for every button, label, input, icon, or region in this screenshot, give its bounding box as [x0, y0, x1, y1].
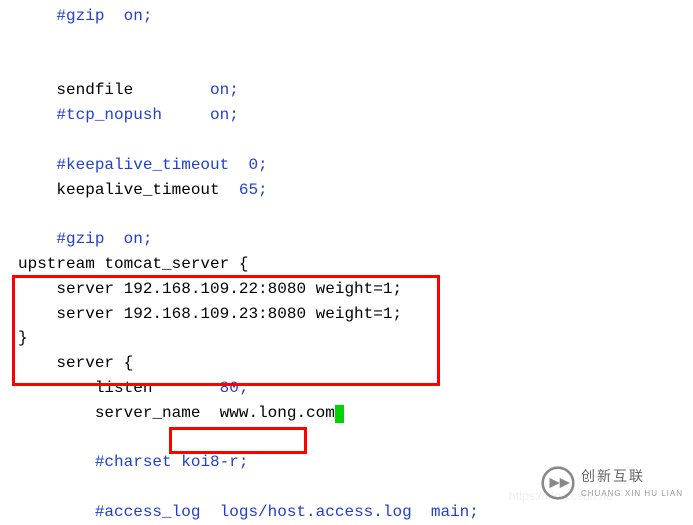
- brand-logo: 创新互联 CHUANG XIN HU LIAN: [541, 466, 683, 500]
- upstream-open: upstream tomcat_server {: [18, 255, 248, 273]
- indent: [18, 354, 56, 372]
- directive-server-name: server_name: [95, 404, 201, 422]
- pad: [162, 106, 210, 124]
- brand-icon: [541, 466, 575, 500]
- code-block: #gzip on; sendfile on; #tcp_nopush on; #…: [0, 0, 693, 525]
- server-name-value: www.long.com: [220, 404, 335, 422]
- server-192-168-109-23: server 192.168.109.23:8080 weight=1;: [56, 305, 402, 323]
- access-log-path: logs/host.access.log: [220, 503, 412, 521]
- brand-text-en: CHUANG XIN HU LIAN: [581, 488, 683, 500]
- server-open: server {: [56, 354, 133, 372]
- upstream-close: }: [18, 329, 28, 347]
- comment-access-log: #access_log: [95, 503, 201, 521]
- pad: [200, 503, 219, 521]
- indent: [18, 7, 56, 25]
- value-on: on;: [210, 81, 239, 99]
- pad: [152, 379, 219, 397]
- value-koi8r: koi8-r;: [181, 453, 248, 471]
- directive-keepalive: keepalive_timeout: [56, 181, 219, 199]
- indent: [18, 503, 95, 521]
- value-65: 65;: [239, 181, 268, 199]
- server-192-168-109-22: server 192.168.109.22:8080 weight=1;: [56, 280, 402, 298]
- indent: [18, 156, 56, 174]
- value-80: 80;: [220, 379, 249, 397]
- brand-text-cn: 创新互联: [581, 466, 683, 488]
- cursor-icon: [335, 405, 344, 423]
- comment-gzip: #gzip on;: [56, 230, 152, 248]
- value-0: 0;: [248, 156, 267, 174]
- indent: [18, 305, 56, 323]
- indent: [18, 280, 56, 298]
- indent: [18, 404, 95, 422]
- indent: [18, 181, 56, 199]
- pad: [200, 404, 219, 422]
- pad: [172, 453, 182, 471]
- indent: [18, 379, 95, 397]
- access-log-main: main;: [431, 503, 479, 521]
- indent: [18, 106, 56, 124]
- pad: [412, 503, 431, 521]
- comment-charset: #charset: [95, 453, 172, 471]
- indent: [18, 453, 95, 471]
- pad: [229, 156, 248, 174]
- pad: [220, 181, 239, 199]
- comment-gzip: #gzip on;: [56, 7, 152, 25]
- value-on: on;: [210, 106, 239, 124]
- directive-sendfile: sendfile: [56, 81, 133, 99]
- pad: [133, 81, 210, 99]
- comment-keepalive: #keepalive_timeout: [56, 156, 229, 174]
- indent: [18, 81, 56, 99]
- comment-tcp-nopush: #tcp_nopush: [56, 106, 162, 124]
- indent: [18, 230, 56, 248]
- directive-listen: listen: [95, 379, 153, 397]
